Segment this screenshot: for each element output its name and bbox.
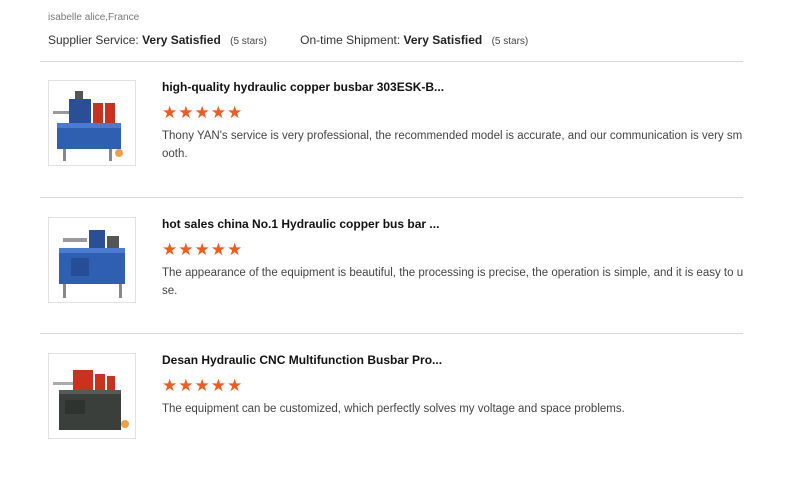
busbar-machine-image <box>53 370 129 430</box>
review-comment: The equipment can be customized, which p… <box>162 403 625 415</box>
busbar-machine-image <box>53 91 123 161</box>
supplier-service-value: Very Satisfied <box>142 33 221 47</box>
on-time-shipment-label: On-time Shipment: <box>300 33 401 47</box>
product-thumbnail[interactable] <box>48 217 136 303</box>
review-comment: The appearance of the equipment is beaut… <box>162 267 744 297</box>
product-thumbnail[interactable] <box>48 353 136 439</box>
supplier-service-label: Supplier Service: <box>48 33 139 47</box>
star-rating: ★★★★★ <box>162 103 244 122</box>
product-thumbnail[interactable] <box>48 80 136 166</box>
divider <box>40 333 743 334</box>
review-product-title[interactable]: high-quality hydraulic copper busbar 303… <box>162 80 444 94</box>
reviewer-name: isabelle alice,France <box>48 12 140 23</box>
supplier-service-rating: Supplier Service: Very Satisfied (5 star… <box>48 33 267 47</box>
busbar-machine-image <box>59 230 125 298</box>
star-rating: ★★★★★ <box>162 240 244 259</box>
ratings-summary: Supplier Service: Very Satisfied (5 star… <box>48 33 528 47</box>
review-product-title[interactable]: Desan Hydraulic CNC Multifunction Busbar… <box>162 353 442 367</box>
divider <box>40 61 743 62</box>
review-product-title[interactable]: hot sales china No.1 Hydraulic copper bu… <box>162 217 439 231</box>
on-time-shipment-value: Very Satisfied <box>403 33 483 47</box>
on-time-shipment-rating: On-time Shipment: Very Satisfied (5 star… <box>300 33 528 47</box>
supplier-service-note: (5 stars) <box>230 36 267 47</box>
on-time-shipment-note: (5 stars) <box>491 36 529 47</box>
review-comment: Thony YAN's service is very professional… <box>162 130 743 160</box>
divider <box>40 197 743 198</box>
star-rating: ★★★★★ <box>162 376 244 395</box>
